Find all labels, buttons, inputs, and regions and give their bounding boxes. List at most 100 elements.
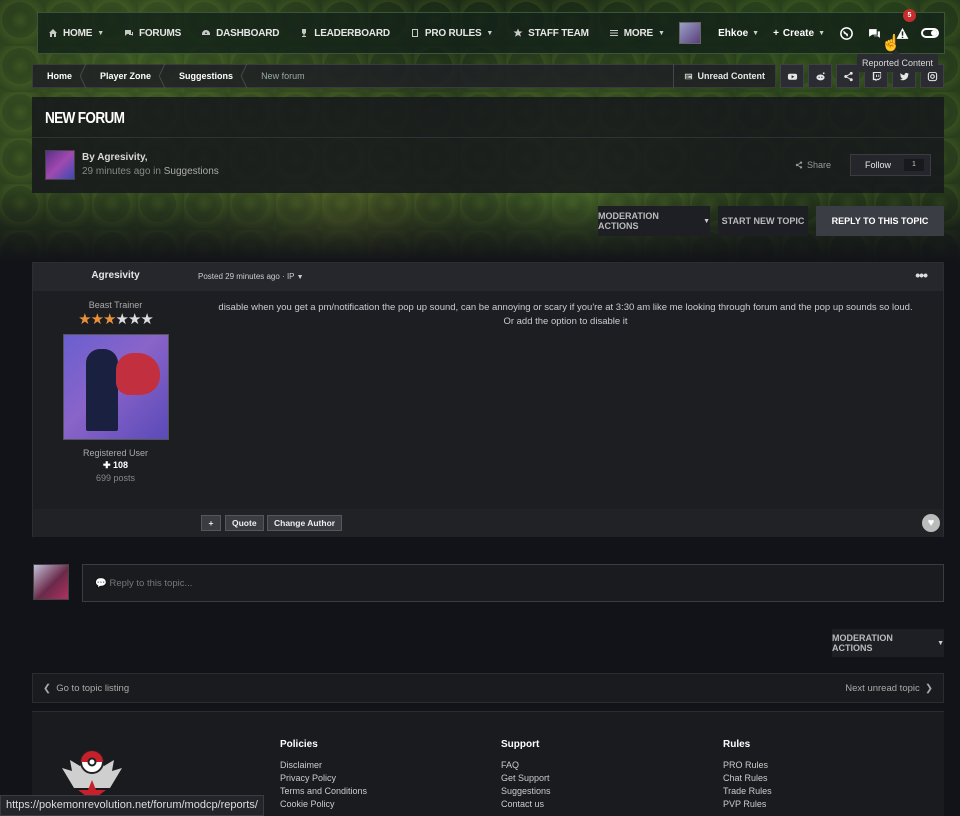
nav-pro-rules-label: PRO Rules [424, 27, 482, 39]
nav-home[interactable]: Home ▼ [38, 12, 114, 54]
author-info: Beast Trainer ★★★★★★ Registered User ✚ 1… [33, 291, 198, 509]
change-author-button[interactable]: Change Author [267, 515, 343, 531]
footer-link[interactable]: Trade Rules [723, 785, 772, 798]
browser-status-url: https://pokemonrevolution.net/forum/modc… [0, 795, 264, 816]
reaction-heart-icon[interactable]: ♥ [922, 514, 940, 532]
reply-input[interactable]: 💬 Reply to this topic... [82, 564, 944, 602]
author-avatar[interactable] [45, 150, 75, 180]
breadcrumb-player-zone[interactable]: Player Zone [86, 64, 168, 88]
nav-user-area: Ehkoe ▼ + Create ▼ 5 [679, 9, 944, 54]
nav-home-label: Home [63, 27, 93, 39]
breadcrumb-suggestions[interactable]: Suggestions [165, 64, 250, 88]
nav-pro-rules[interactable]: PRO Rules ▼ [400, 12, 503, 54]
chevron-down-icon: ▼ [818, 29, 825, 37]
chevron-down-icon: ▼ [752, 29, 760, 37]
poster-avatar[interactable] [62, 334, 169, 440]
multiquote-button[interactable]: + [201, 515, 221, 531]
youtube-button[interactable] [780, 64, 804, 88]
star-icon: ★ [127, 311, 141, 328]
breadcrumb: Home Player Zone Suggestions New forum U… [32, 64, 776, 88]
footer-link[interactable]: PRO Rules [723, 759, 772, 772]
post-meta[interactable]: Posted 29 minutes ago · IP ▼ [198, 272, 304, 281]
next-unread-topic-link[interactable]: Next unread topic ❯ [845, 683, 933, 694]
footer-heading: Policies [280, 739, 318, 750]
breadcrumb-home[interactable]: Home [33, 64, 89, 88]
newspaper-icon [684, 73, 692, 79]
footer-link[interactable]: Get Support [501, 772, 551, 785]
follow-button[interactable]: Follow 1 [850, 154, 931, 176]
page-title: New forum [45, 110, 125, 127]
footer-link[interactable]: Terms and Conditions [280, 785, 367, 798]
reddit-icon [815, 71, 825, 80]
unread-content-link[interactable]: Unread Content [672, 64, 776, 88]
footer-link[interactable]: Chat Rules [723, 772, 772, 785]
moderation-actions-button[interactable]: Moderation Actions ▼ [598, 206, 710, 236]
post-count: 699 posts [95, 473, 136, 483]
nav-staff-team[interactable]: Staff Team [503, 12, 599, 54]
member-group: Registered User [82, 448, 149, 458]
chevron-down-icon: ▼ [657, 29, 665, 37]
post-content: disable when you get a pm/notification t… [198, 301, 933, 329]
go-to-topic-listing-link[interactable]: ❮ Go to topic listing [43, 683, 129, 694]
user-menu[interactable]: Ehkoe ▼ [711, 28, 766, 39]
footer-link[interactable]: Suggestions [501, 785, 551, 798]
follow-label: Follow [865, 160, 892, 170]
quote-button[interactable]: Quote [225, 515, 264, 531]
reply-placeholder: Reply to this topic... [109, 578, 193, 589]
star-icon: ★ [140, 311, 153, 328]
messages-icon [868, 28, 880, 38]
more-options-icon[interactable]: ••• [915, 267, 928, 283]
footer-link[interactable]: PVP Rules [723, 798, 772, 811]
footer-link[interactable]: Disclaimer [280, 759, 367, 772]
create-button[interactable]: + Create ▼ [766, 28, 832, 39]
chevron-down-icon: ▼ [486, 29, 494, 37]
reputation-icon: ✚ [102, 460, 111, 470]
nav-leaderboard-label: Leaderboard [314, 27, 390, 39]
post-text-line: Or add the option to disable it [503, 316, 628, 327]
chevron-down-icon: ▼ [937, 639, 944, 647]
reddit-button[interactable] [808, 64, 832, 88]
nav-leaderboard[interactable]: Leaderboard [289, 12, 400, 54]
footer-link[interactable]: Cookie Policy [280, 798, 367, 811]
nav-forums-label: Forums [138, 27, 182, 39]
topic-author[interactable]: By Agresivity, [82, 152, 148, 163]
reply-avatar [33, 564, 69, 600]
user-avatar[interactable] [679, 22, 702, 44]
post-footer: + Quote Change Author ♥ [33, 509, 943, 537]
breadcrumb-current: New forum [261, 71, 305, 81]
nav-dashboard[interactable]: Dashboard [191, 12, 289, 54]
footer-column-policies: Policies Disclaimer Privacy Policy Terms… [280, 739, 367, 811]
footer-link[interactable]: Contact us [501, 798, 551, 811]
reported-content-tooltip: Reported Content [857, 50, 939, 72]
star-icon: ★ [90, 311, 104, 328]
footer-link[interactable]: FAQ [501, 759, 551, 772]
start-new-topic-button[interactable]: Start new topic [718, 206, 808, 236]
star-icon: ★ [115, 311, 129, 328]
chevron-down-icon: ▼ [97, 29, 104, 37]
star-icon: ★ [103, 311, 116, 328]
reputation: ✚ 108 [33, 460, 198, 471]
theme-toggle[interactable] [916, 12, 944, 54]
share-icon [843, 71, 853, 81]
nav-forums[interactable]: Forums [114, 12, 191, 54]
prev-label: Go to topic listing [56, 683, 130, 694]
unread-content-label: Unread Content [697, 71, 766, 81]
hand-cursor-icon: ☝ [881, 35, 901, 52]
footer-heading: Support [501, 739, 540, 750]
nav-more[interactable]: More ▼ [599, 12, 675, 54]
user-name: Ehkoe [718, 27, 749, 39]
reputation-value: 108 [113, 460, 129, 470]
topic-header: New forum By Agresivity, 29 minutes ago … [32, 97, 944, 193]
reply-to-topic-button[interactable]: Reply to this topic [816, 206, 944, 236]
rank-stars: ★★★★★★ [33, 312, 198, 327]
globe-button[interactable] [832, 12, 860, 54]
chat-icon [124, 30, 133, 36]
moderation-actions-bottom-button[interactable]: Moderation Actions ▼ [832, 629, 944, 657]
poster-name[interactable]: Agresivity [33, 270, 198, 281]
topic-forum-link[interactable]: Suggestions [164, 166, 219, 177]
footer-column-support: Support FAQ Get Support Suggestions Cont… [501, 739, 551, 811]
chevron-down-icon: ▼ [703, 217, 710, 225]
share-link[interactable]: Share [795, 160, 831, 170]
twitch-icon [872, 71, 881, 82]
footer-link[interactable]: Privacy Policy [280, 772, 367, 785]
